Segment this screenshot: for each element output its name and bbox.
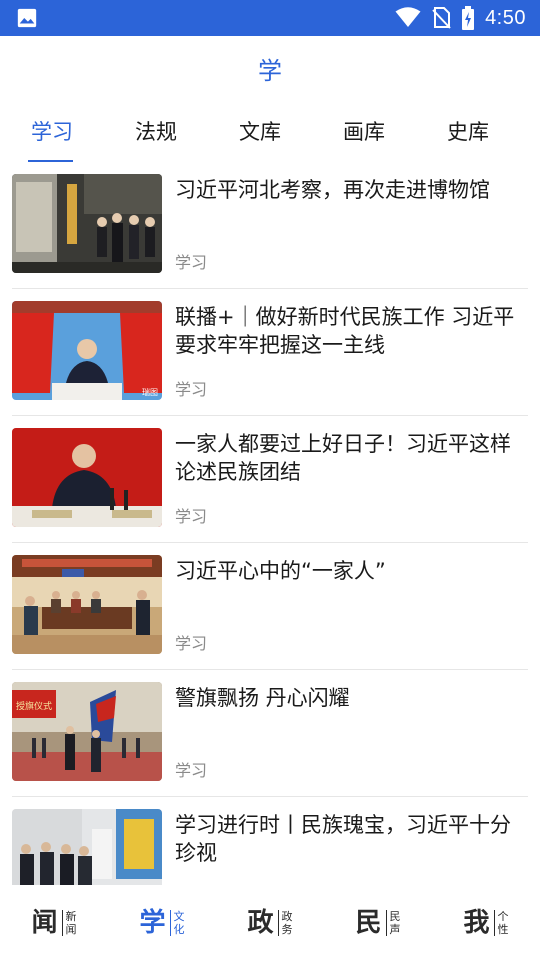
article-thumbnail: 瑞图 xyxy=(12,301,162,400)
bottom-nav: 闻 新 闻 学 文 化 政 政 务 民 民 声 我 个 性 xyxy=(0,885,540,960)
nav-sub-top: 个 xyxy=(497,909,509,923)
article-title: 警旗飘扬 丹心闪耀 xyxy=(175,686,350,710)
nav-study-label: 学 xyxy=(139,907,166,938)
article-list: 习近平河北考察，再次走进博物馆 学习 瑞图 联播+｜做好新时代民族工作 习近平要… xyxy=(0,162,540,885)
nav-sub-top: 政 xyxy=(281,909,293,923)
nav-me-sublabel: 个 性 xyxy=(493,909,509,936)
article-thumbnail xyxy=(12,174,162,273)
article-title: 习近平心中的“一家人” xyxy=(175,559,386,583)
thumb-caption: 授旗仪式 xyxy=(16,700,52,712)
nav-sub-top: 新 xyxy=(65,909,77,923)
tab-study[interactable]: 学习 xyxy=(0,100,104,162)
article-item[interactable]: 习近平河北考察，再次走进博物馆 学习 xyxy=(12,162,528,289)
tab-regulations[interactable]: 法规 xyxy=(104,100,208,162)
article-item[interactable]: 习近平心中的“一家人” 学习 xyxy=(12,543,528,670)
nav-sub-top: 文 xyxy=(173,909,185,923)
article-tag: 学习 xyxy=(175,380,208,399)
app-header: 学 xyxy=(0,36,540,100)
status-time: 4:50 xyxy=(485,6,526,29)
nav-study-sublabel: 文 化 xyxy=(169,909,185,936)
nav-sub-bottom: 性 xyxy=(497,922,509,936)
page-title: 学 xyxy=(258,56,282,85)
article-tag: 学习 xyxy=(175,634,208,653)
article-title: 联播+｜做好新时代民族工作 习近平要求牢牢把握这一主线 xyxy=(175,305,515,357)
nav-me[interactable]: 我 个 性 xyxy=(432,885,540,960)
battery-icon xyxy=(461,6,475,30)
tab-history[interactable]: 史库 xyxy=(416,100,520,162)
article-thumbnail xyxy=(12,555,162,654)
article-tag: 学习 xyxy=(175,761,208,780)
nav-news-label: 闻 xyxy=(31,907,58,938)
article-tag: 学习 xyxy=(175,253,208,272)
article-thumbnail xyxy=(12,428,162,527)
nav-me-label: 我 xyxy=(463,907,490,938)
article-item[interactable]: 学习进行时丨民族瑰宝，习近平十分珍视 学习 xyxy=(12,797,528,885)
tab-library[interactable]: 文库 xyxy=(208,100,312,162)
nav-study[interactable]: 学 文 化 xyxy=(108,885,216,960)
thumb-caption: 瑞图 xyxy=(142,387,158,397)
category-tabs: 学习 法规 文库 画库 史库 xyxy=(0,100,540,162)
nav-government[interactable]: 政 政 务 xyxy=(216,885,324,960)
article-item[interactable]: 授旗仪式 警旗飘扬 丹心闪耀 学习 xyxy=(12,670,528,797)
no-sim-icon xyxy=(431,7,451,29)
nav-sub-top: 民 xyxy=(389,909,401,923)
nav-public-voice-sublabel: 民 声 xyxy=(385,909,401,936)
status-bar: 4:50 xyxy=(0,0,540,36)
article-title: 一家人都要过上好日子！习近平这样论述民族团结 xyxy=(175,432,511,484)
article-title: 习近平河北考察，再次走进博物馆 xyxy=(175,178,490,202)
article-item[interactable]: 瑞图 联播+｜做好新时代民族工作 习近平要求牢牢把握这一主线 学习 xyxy=(12,289,528,416)
nav-sub-bottom: 声 xyxy=(389,922,401,936)
nav-sub-bottom: 务 xyxy=(281,922,293,936)
article-tag: 学习 xyxy=(175,507,208,526)
nav-government-sublabel: 政 务 xyxy=(277,909,293,936)
article-thumbnail: 授旗仪式 xyxy=(12,682,162,781)
article-thumbnail xyxy=(12,809,162,885)
wifi-icon xyxy=(395,7,421,29)
tab-gallery[interactable]: 画库 xyxy=(312,100,416,162)
article-item[interactable]: 一家人都要过上好日子！习近平这样论述民族团结 学习 xyxy=(12,416,528,543)
nav-government-label: 政 xyxy=(247,907,274,938)
article-title: 学习进行时丨民族瑰宝，习近平十分珍视 xyxy=(175,813,511,865)
nav-public-voice-label: 民 xyxy=(355,907,382,938)
nav-sub-bottom: 闻 xyxy=(65,922,77,936)
nav-news-sublabel: 新 闻 xyxy=(61,909,77,936)
nav-sub-bottom: 化 xyxy=(173,922,185,936)
nav-public-voice[interactable]: 民 民 声 xyxy=(324,885,432,960)
image-icon xyxy=(16,7,38,29)
nav-news[interactable]: 闻 新 闻 xyxy=(0,885,108,960)
